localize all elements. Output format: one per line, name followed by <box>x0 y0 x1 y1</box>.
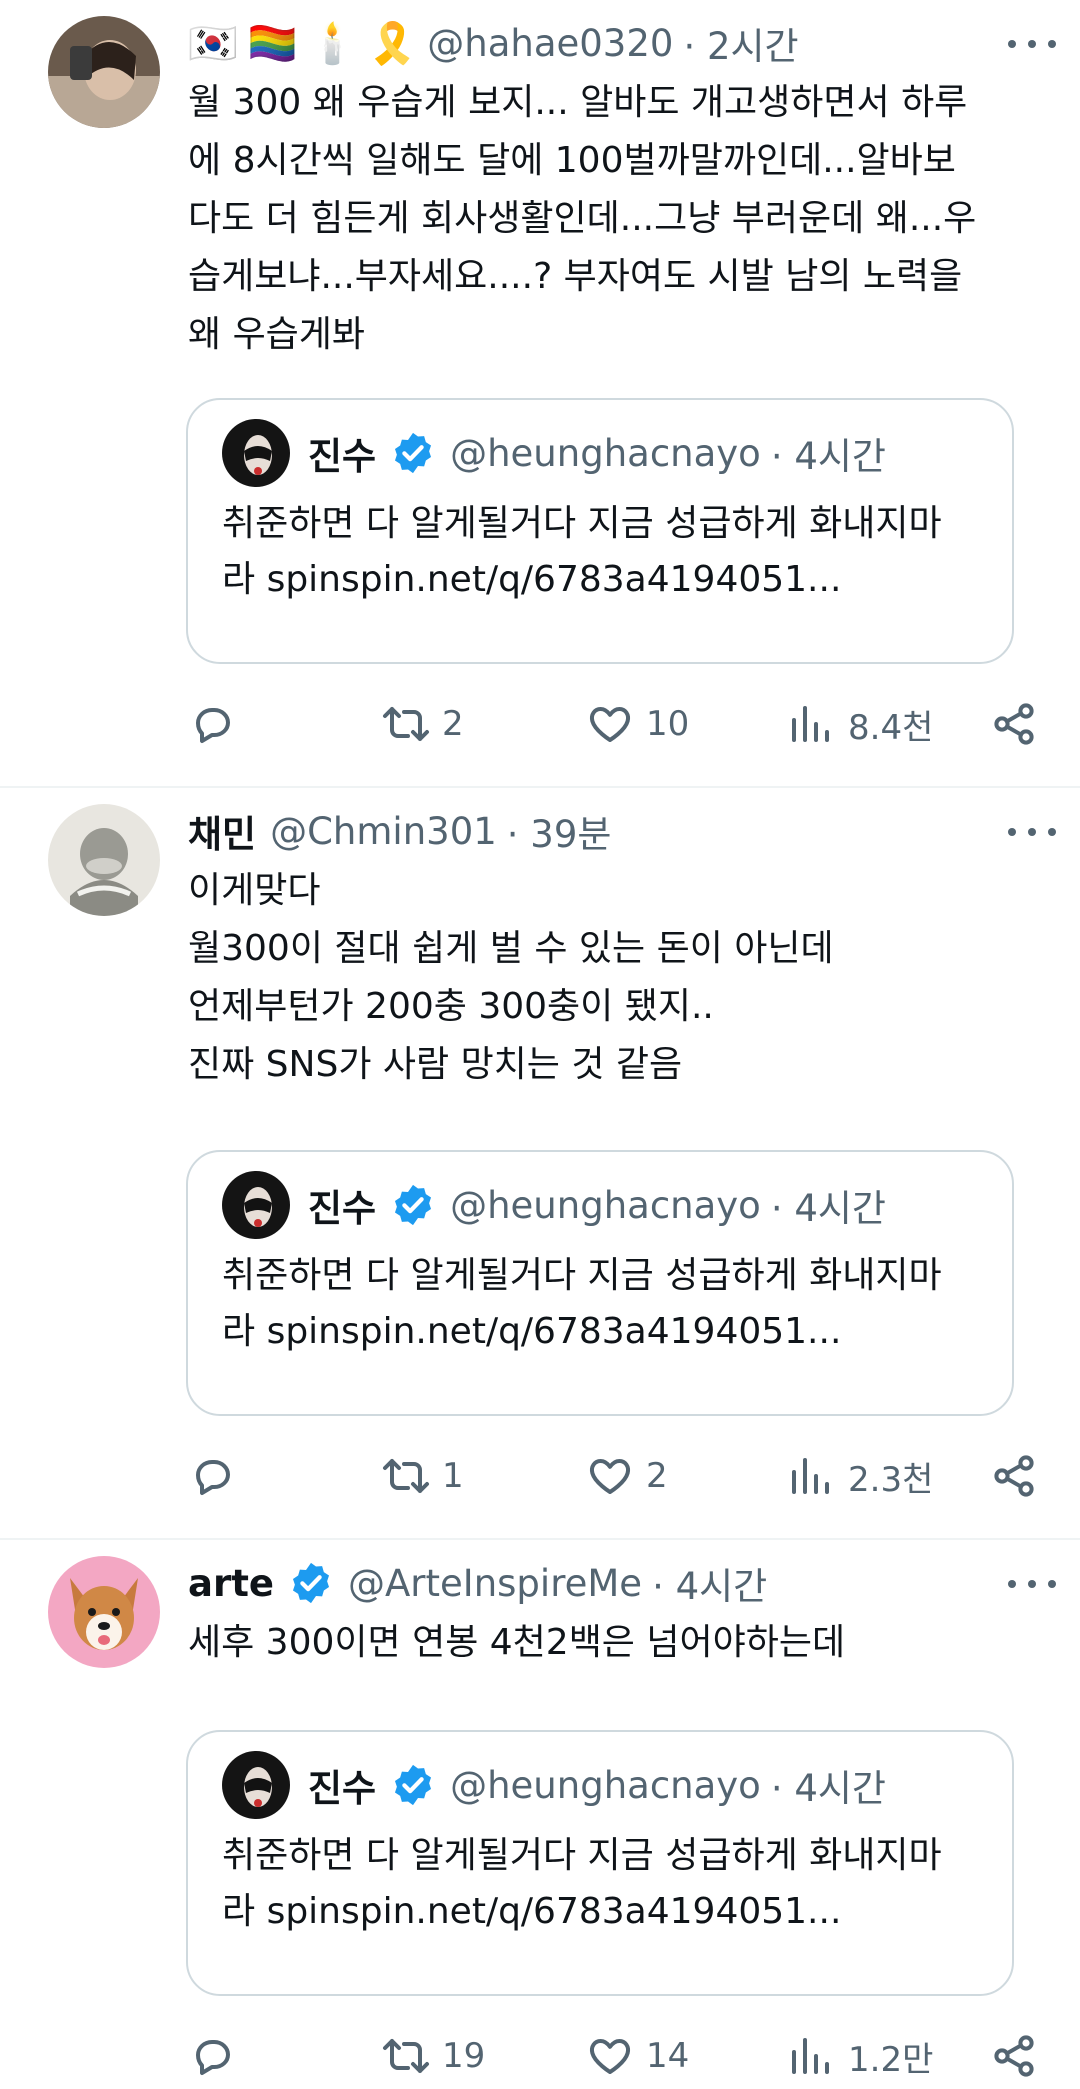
korea-flag-icon: 🇰🇷 <box>188 20 238 67</box>
quote-tweet[interactable]: 진수 @heunghacnayo · 4시간 취준하면 다 알게될거다 지금 성… <box>186 398 1014 664</box>
quote-author-name: 진수 <box>308 1767 377 1810</box>
timestamp[interactable]: · 4시간 <box>652 1556 767 1610</box>
reply-icon <box>196 708 230 743</box>
quote-avatar <box>222 1171 290 1239</box>
avatar[interactable] <box>48 16 160 128</box>
like-count: 10 <box>646 704 690 744</box>
rainbow-flag-icon: 🏳️‍🌈 <box>247 20 298 67</box>
view-count: 2.3천 <box>848 1459 934 1500</box>
retweet-count: 1 <box>442 1456 464 1496</box>
retweet-icon <box>383 707 429 741</box>
like-count: 14 <box>646 2036 690 2076</box>
like-button[interactable]: 10 <box>586 700 689 748</box>
share-icon <box>994 1455 1034 1497</box>
display-name[interactable]: arte <box>188 1562 274 1605</box>
heart-icon <box>589 707 631 742</box>
quote-author-name: 진수 <box>308 435 377 478</box>
user-handle[interactable]: @hahae0320 <box>427 22 673 65</box>
view-count: 1.2만 <box>848 2039 934 2080</box>
more-icon[interactable] <box>1008 812 1056 852</box>
share-button[interactable] <box>990 1452 1050 1500</box>
views-button[interactable]: 1.2만 <box>788 2032 933 2081</box>
views-button[interactable]: 8.4천 <box>788 700 933 749</box>
analytics-icon <box>792 2038 829 2074</box>
share-button[interactable] <box>990 700 1050 748</box>
analytics-icon <box>792 1458 829 1494</box>
tweet[interactable]: 채민 @Chmin301 · 39분 이게맞다 월300이 절대 쉽게 벌 수 … <box>0 788 1080 1540</box>
tweet-text: 세후 300이면 연봉 4천2백은 넘어야하는데 <box>188 1622 846 1663</box>
quote-author-name: 진수 <box>308 1187 377 1230</box>
retweet-icon <box>383 2039 429 2073</box>
quote-avatar <box>222 1751 290 1819</box>
like-button[interactable]: 2 <box>586 1452 668 1500</box>
verified-badge-icon <box>395 432 432 474</box>
verified-badge-icon <box>395 1184 432 1226</box>
quote-handle: @heunghacnayo <box>450 431 761 475</box>
quote-timestamp: · 4시간 <box>770 435 886 478</box>
views-button[interactable]: 2.3천 <box>788 1452 933 1501</box>
retweet-count: 19 <box>442 2036 486 2076</box>
quote-timestamp: · 4시간 <box>770 1767 886 1810</box>
avatar[interactable] <box>48 804 160 916</box>
reply-button[interactable] <box>188 2032 248 2080</box>
heart-icon <box>589 2039 631 2074</box>
quote-text: 취준하면 다 알게될거다 지금 성급하게 화내지마 라 spinspin.net… <box>222 1835 942 1932</box>
quote-tweet[interactable]: 진수 @heunghacnayo · 4시간 취준하면 다 알게될거다 지금 성… <box>186 1150 1014 1416</box>
tweet-text: 이게맞다 월300이 절대 쉽게 벌 수 있는 돈이 아닌데 언제부턴가 200… <box>188 870 834 1085</box>
heart-icon <box>589 1459 631 1494</box>
display-name[interactable]: 채민 <box>188 804 256 858</box>
verified-badge-icon <box>292 1562 330 1604</box>
avatar[interactable] <box>48 1556 160 1668</box>
quote-timestamp: · 4시간 <box>770 1187 886 1230</box>
like-count: 2 <box>646 1456 668 1496</box>
tweet[interactable]: 🇰🇷 🏳️‍🌈 🕯️ 🎗️ @hahae0320 · 2시간 월 300 왜 우… <box>0 0 1080 788</box>
retweet-icon <box>383 1459 429 1493</box>
quote-text: 취준하면 다 알게될거다 지금 성급하게 화내지마 라 spinspin.net… <box>222 503 942 600</box>
analytics-icon <box>792 706 829 742</box>
retweet-button[interactable]: 1 <box>382 1452 464 1500</box>
more-icon[interactable] <box>1008 24 1056 64</box>
quote-avatar <box>222 419 290 487</box>
quote-handle: @heunghacnayo <box>450 1763 761 1807</box>
user-handle[interactable]: @ArteInspireMe <box>348 1562 642 1605</box>
tweet[interactable]: arte @ArteInspireMe · 4시간 세후 300이면 연봉 4천… <box>0 1540 1080 2089</box>
retweet-button[interactable]: 2 <box>382 700 464 748</box>
reply-icon <box>196 2040 230 2075</box>
user-handle[interactable]: @Chmin301 <box>270 810 497 853</box>
timestamp[interactable]: · 39분 <box>507 804 612 858</box>
like-button[interactable]: 14 <box>586 2032 689 2080</box>
retweet-button[interactable]: 19 <box>382 2032 485 2080</box>
verified-badge-icon <box>395 1764 432 1806</box>
quote-tweet[interactable]: 진수 @heunghacnayo · 4시간 취준하면 다 알게될거다 지금 성… <box>186 1730 1014 1996</box>
view-count: 8.4천 <box>848 707 934 748</box>
share-icon <box>994 703 1034 745</box>
share-button[interactable] <box>990 2032 1050 2080</box>
quote-text: 취준하면 다 알게될거다 지금 성급하게 화내지마 라 spinspin.net… <box>222 1255 942 1352</box>
tweet-text: 월 300 왜 우습게 보지... 알바도 개고생하면서 하루 에 8시간씩 일… <box>188 82 977 355</box>
more-icon[interactable] <box>1008 1564 1056 1604</box>
timestamp[interactable]: · 2시간 <box>683 16 798 70</box>
share-icon <box>994 2035 1034 2077</box>
quote-handle: @heunghacnayo <box>450 1183 761 1227</box>
reply-icon <box>196 1460 230 1495</box>
reply-button[interactable] <box>188 700 248 748</box>
reply-button[interactable] <box>188 1452 248 1500</box>
ribbon-icon: 🎗️ <box>367 20 418 67</box>
retweet-count: 2 <box>442 704 464 744</box>
candle-icon: 🕯️ <box>307 20 358 67</box>
